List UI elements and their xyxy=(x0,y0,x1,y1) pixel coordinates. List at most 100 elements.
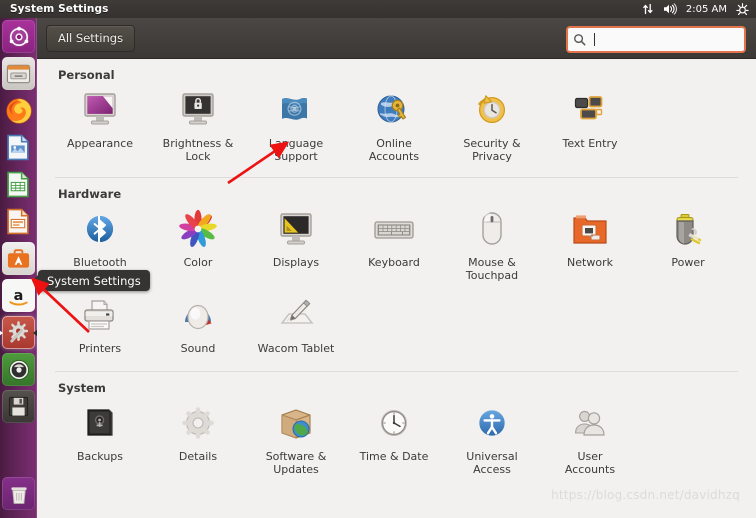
launcher-item-disks[interactable] xyxy=(2,390,35,423)
details-icon xyxy=(176,402,220,446)
system-settings-window: All Settings Personal Appearance Brightn… xyxy=(37,18,756,518)
window-toolbar: All Settings xyxy=(37,18,756,59)
color-icon xyxy=(176,208,220,252)
settings-item-sound[interactable]: Sound xyxy=(150,290,246,361)
settings-item-label: Keyboard xyxy=(368,256,420,269)
settings-item-label: Power xyxy=(671,256,705,269)
launcher-item-system-settings[interactable] xyxy=(0,316,38,349)
security-privacy-icon xyxy=(470,89,514,133)
section-title-personal: Personal xyxy=(58,68,115,82)
settings-item-label: Appearance xyxy=(66,137,134,150)
volume-icon[interactable] xyxy=(663,3,677,15)
grid-personal: Appearance Brightness & Lock Language Su… xyxy=(51,85,742,171)
search-icon xyxy=(573,33,586,46)
launcher-item-trash[interactable] xyxy=(2,477,35,510)
settings-item-label: Mouse & Touchpad xyxy=(465,256,519,282)
settings-item-user-accounts[interactable]: User Accounts xyxy=(542,398,638,482)
settings-item-label: Color xyxy=(183,256,213,269)
tooltip-arrow xyxy=(32,274,38,287)
launcher-item-libreoffice-writer[interactable] xyxy=(2,131,35,164)
settings-item-keyboard[interactable]: Keyboard xyxy=(346,204,442,288)
keyboard-icon xyxy=(372,208,416,252)
software-updates-icon xyxy=(274,402,318,446)
panel-app-title: System Settings xyxy=(10,3,109,15)
settings-item-universal-access[interactable]: Universal Access xyxy=(444,398,540,482)
settings-item-brightness-lock[interactable]: Brightness & Lock xyxy=(150,85,246,169)
settings-item-label: Displays xyxy=(272,256,320,269)
mouse-touchpad-icon xyxy=(470,208,514,252)
panel-indicators: 2:05 AM xyxy=(642,2,756,16)
settings-item-network[interactable]: Network xyxy=(542,204,638,288)
top-panel: System Settings 2:05 AM xyxy=(0,0,756,18)
search-input[interactable] xyxy=(592,30,744,49)
settings-item-label: Language Support xyxy=(268,137,324,163)
tooltip-label: System Settings xyxy=(47,273,141,288)
settings-item-label: Network xyxy=(567,256,613,269)
universal-access-icon xyxy=(470,402,514,446)
svg-text:a: a xyxy=(14,287,24,303)
network-icon xyxy=(568,208,612,252)
bluetooth-icon xyxy=(78,208,122,252)
displays-icon xyxy=(274,208,318,252)
settings-item-security-privacy[interactable]: Security & Privacy xyxy=(444,85,540,169)
launcher-running-pip xyxy=(0,329,3,336)
session-gear-icon[interactable] xyxy=(736,2,749,16)
settings-item-label: User Accounts xyxy=(564,450,616,476)
settings-item-label: Wacom Tablet xyxy=(257,342,335,355)
launcher-item-dash-home[interactable] xyxy=(2,20,35,53)
all-settings-button[interactable]: All Settings xyxy=(46,24,136,52)
settings-item-backups[interactable]: Backups xyxy=(52,398,148,482)
screen: System Settings 2:05 AM a All Settings P… xyxy=(0,0,756,518)
settings-item-printers[interactable]: Printers xyxy=(52,290,148,361)
user-accounts-icon xyxy=(568,402,612,446)
section-title-hardware: Hardware xyxy=(58,187,122,201)
backups-icon xyxy=(78,402,122,446)
settings-item-displays[interactable]: Displays xyxy=(248,204,344,288)
launcher-tooltip: System Settings xyxy=(32,270,150,291)
settings-item-mouse-touchpad[interactable]: Mouse & Touchpad xyxy=(444,204,540,288)
network-updown-icon[interactable] xyxy=(642,3,654,15)
launcher-item-software-updater[interactable] xyxy=(2,353,35,386)
settings-item-language-support[interactable]: Language Support xyxy=(248,85,344,169)
settings-item-label: Time & Date xyxy=(359,450,429,463)
panel-clock[interactable]: 2:05 AM xyxy=(686,4,727,15)
sound-icon xyxy=(176,294,220,338)
settings-item-online-accounts[interactable]: Online Accounts xyxy=(346,85,442,169)
time-date-icon xyxy=(372,402,416,446)
launcher-item-firefox[interactable] xyxy=(2,94,35,127)
language-support-icon xyxy=(274,89,318,133)
settings-item-label: Universal Access xyxy=(466,450,518,476)
settings-item-software-updates[interactable]: Software & Updates xyxy=(248,398,344,482)
grid-system: Backups Details Software & Updates Time … xyxy=(51,398,742,484)
settings-item-label: Bluetooth xyxy=(73,256,127,269)
search-field[interactable] xyxy=(566,26,746,53)
all-settings-label: All Settings xyxy=(58,31,124,45)
launcher-item-files[interactable] xyxy=(2,57,35,90)
search-caret xyxy=(594,33,595,46)
power-icon xyxy=(666,208,710,252)
settings-item-color[interactable]: Color xyxy=(150,204,246,288)
text-entry-icon xyxy=(568,89,612,133)
settings-item-details[interactable]: Details xyxy=(150,398,246,482)
settings-item-label: Printers xyxy=(78,342,122,355)
section-title-system: System xyxy=(58,381,106,395)
launcher-item-amazon[interactable]: a xyxy=(2,279,35,312)
settings-item-label: Backups xyxy=(76,450,124,463)
settings-item-time-date[interactable]: Time & Date xyxy=(346,398,442,482)
unity-launcher: a xyxy=(0,18,38,518)
brightness-lock-icon xyxy=(176,89,220,133)
launcher-item-libreoffice-calc[interactable] xyxy=(2,168,35,201)
settings-item-appearance[interactable]: Appearance xyxy=(52,85,148,169)
settings-item-label: Security & Privacy xyxy=(463,137,521,163)
launcher-item-ubuntu-software[interactable] xyxy=(2,242,35,275)
section-personal: Personal Appearance Brightness & Lock La… xyxy=(37,59,756,178)
settings-item-power[interactable]: Power xyxy=(640,204,736,288)
printers-icon xyxy=(78,294,122,338)
settings-item-text-entry[interactable]: Text Entry xyxy=(542,85,638,169)
settings-item-label: Details xyxy=(178,450,218,463)
grid-hardware: Bluetooth Color Displays Keyboard Mouse … xyxy=(51,204,742,363)
online-accounts-icon xyxy=(372,89,416,133)
settings-item-wacom-tablet[interactable]: Wacom Tablet xyxy=(248,290,344,361)
launcher-item-libreoffice-impress[interactable] xyxy=(2,205,35,238)
settings-item-label: Software & Updates xyxy=(265,450,327,476)
